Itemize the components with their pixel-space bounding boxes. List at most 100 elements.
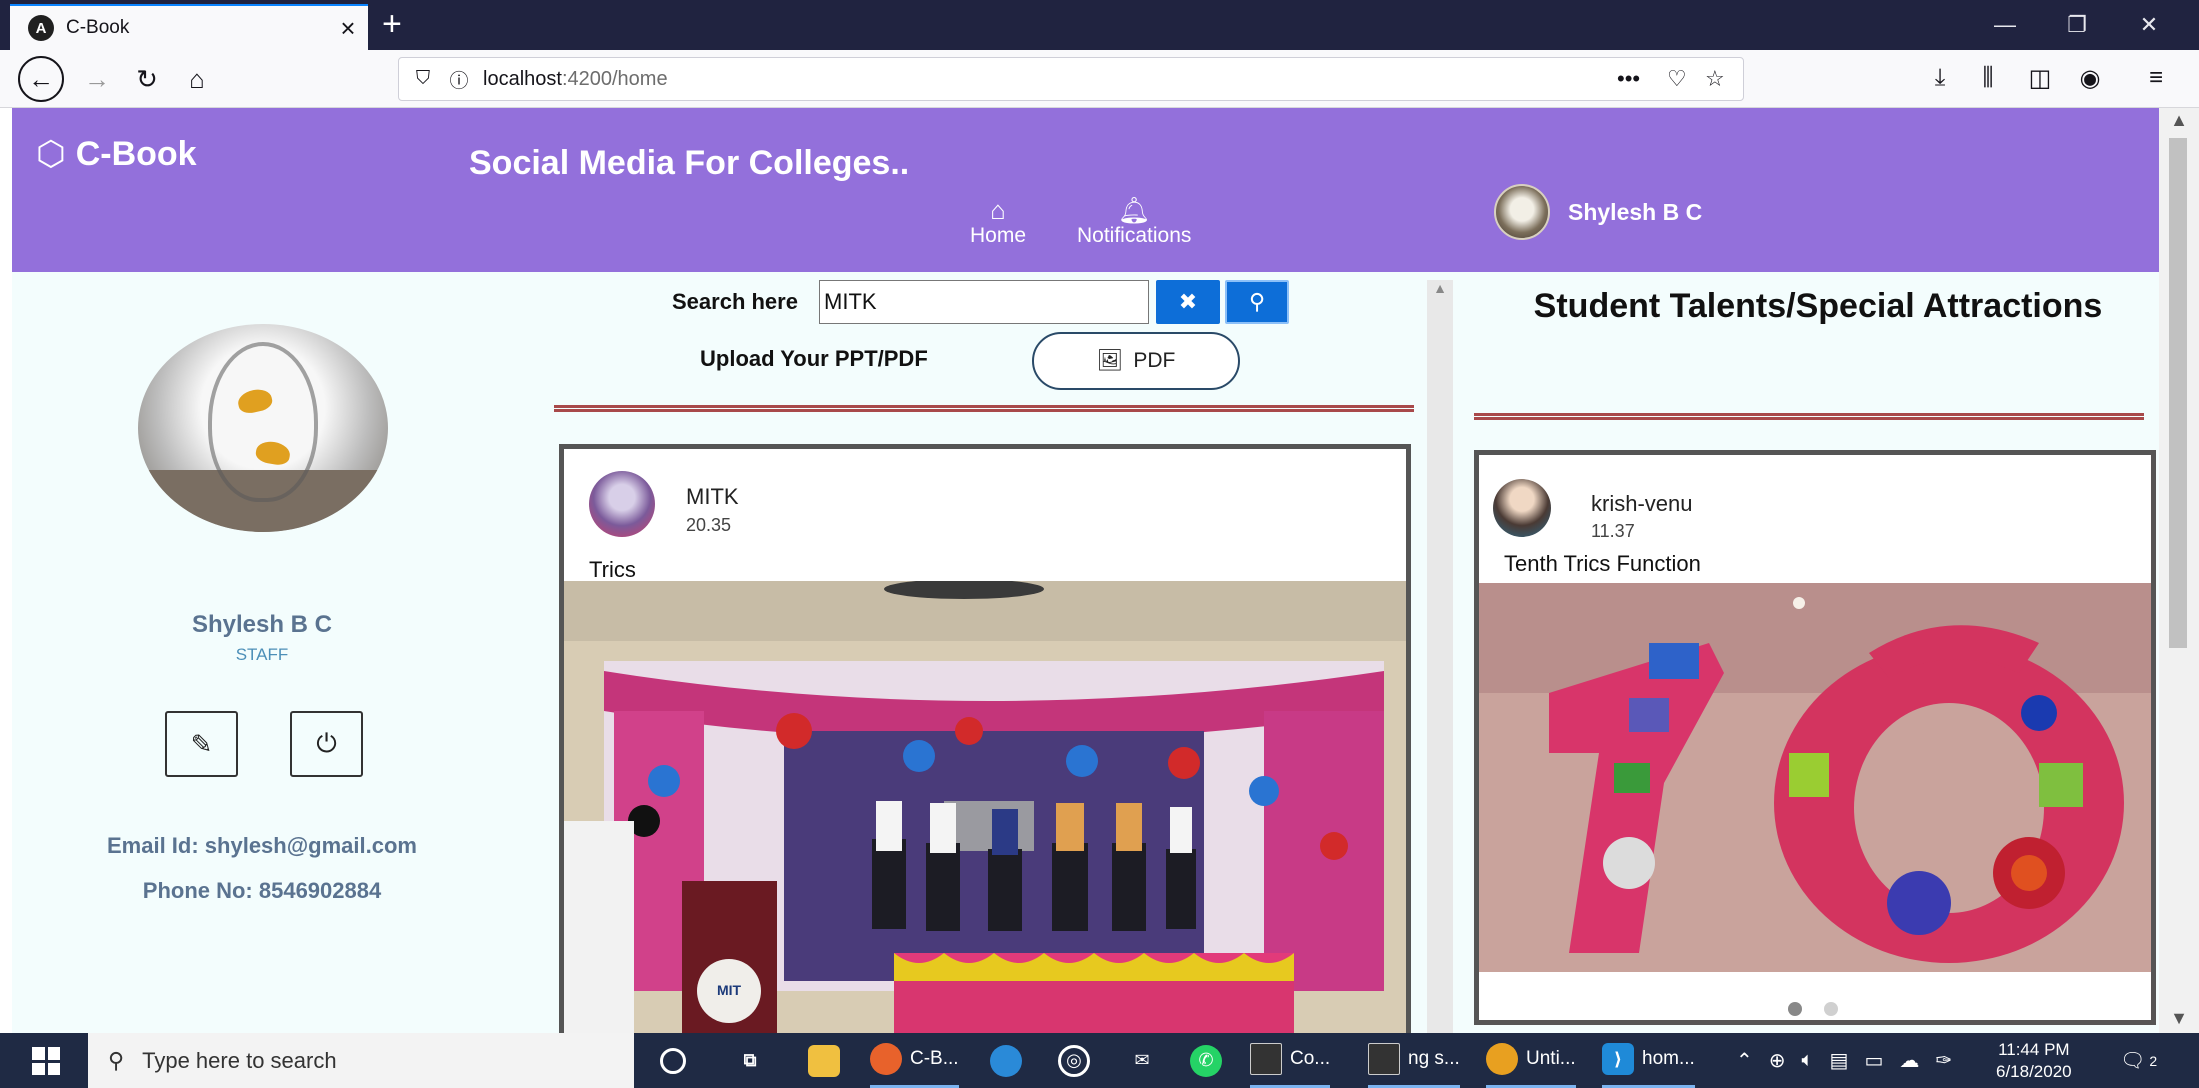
taskbar-search[interactable]: ⚲ Type here to search <box>88 1033 634 1088</box>
browser-toolbar: ← → ↻ ⌂ ⛉ ⓘ localhost:4200/home ••• ♡ ☆ … <box>0 50 2199 108</box>
restore-icon[interactable]: ❐ <box>2041 0 2113 50</box>
close-icon: ✖ <box>1178 289 1198 314</box>
taskbar-item-vscode[interactable]: ⟩ hom... <box>1602 1033 1695 1088</box>
talent-time: 11.37 <box>1591 521 1635 541</box>
edge-icon[interactable] <box>990 1033 1022 1088</box>
chevron-up-icon[interactable]: ⌃ <box>1736 1048 1753 1073</box>
post-author[interactable]: MITK <box>686 484 739 510</box>
shield-icon[interactable]: ⛉ <box>405 68 441 90</box>
search-icon: ⚲ <box>108 1047 125 1073</box>
menu-icon[interactable]: ≡ <box>2136 58 2176 98</box>
url-bar[interactable]: ⛉ ⓘ localhost:4200/home ••• ♡ ☆ <box>398 57 1744 101</box>
clock-date: 6/18/2020 <box>1996 1062 2072 1081</box>
talent-card[interactable]: krish-venu 11.37 Tenth Trics Function <box>1474 450 2156 1025</box>
close-tab-icon[interactable]: × <box>328 13 368 44</box>
network-icon[interactable]: ▤ <box>1830 1048 1849 1073</box>
talent-caption: Tenth Trics Function <box>1504 551 1701 576</box>
tagline: Social Media For Colleges.. <box>469 144 910 182</box>
taskbar-item-label: Unti... <box>1526 1048 1576 1069</box>
carousel-dot-1[interactable] <box>1788 1002 1802 1016</box>
browser-tab[interactable]: A C-Book × <box>10 4 368 50</box>
pen-icon[interactable]: ✑ <box>1935 1048 1952 1073</box>
profile-picture <box>138 324 388 532</box>
divider <box>1474 413 2144 420</box>
nav-notifications[interactable]: 🔔︎ Notifications <box>1077 196 1191 248</box>
brand-name: C-Book <box>75 134 197 173</box>
taskbar-item-label: hom... <box>1642 1048 1695 1069</box>
header-user-name: Shylesh B C <box>1568 198 1703 225</box>
post-avatar <box>589 471 655 537</box>
close-window-icon[interactable]: ✕ <box>2113 0 2185 50</box>
pocket-icon[interactable]: ♡ <box>1667 58 1687 100</box>
windows-start-icon[interactable] <box>32 1047 60 1075</box>
globe-icon[interactable]: ⊕ <box>1769 1048 1786 1073</box>
upload-pdf-button[interactable]: 🖼︎ PDF <box>1032 332 1240 390</box>
taskbar-item-label: ng s... <box>1408 1048 1460 1069</box>
talents-title: Student Talents/Special Attractions <box>1533 287 2103 325</box>
search-input[interactable] <box>819 280 1149 324</box>
scroll-down-icon[interactable]: ▼ <box>2159 1008 2199 1029</box>
volume-icon[interactable]: 🔈︎ <box>1802 1049 1814 1072</box>
upload-label: Upload Your PPT/PDF <box>700 346 928 371</box>
stage-photo-illustration: MIT <box>564 581 1406 1033</box>
search-button[interactable]: ⚲ <box>1225 280 1289 324</box>
mail-icon[interactable]: ✉ <box>1126 1033 1158 1088</box>
forward-icon[interactable]: → <box>74 56 120 102</box>
clock[interactable]: 11:44 PM 6/18/2020 <box>1996 1039 2072 1083</box>
battery-icon[interactable]: ▭ <box>1864 1048 1883 1073</box>
taskbar: ⚲ Type here to search ⧉ C-B... ◎ ✉ ✆ Co.… <box>0 1033 2199 1088</box>
clock-time: 11:44 PM <box>1998 1040 2070 1059</box>
taskbar-item-label: C-B... <box>910 1048 959 1069</box>
cloud-icon[interactable]: ☁ <box>1899 1048 1919 1073</box>
url-host: localhost <box>483 67 562 90</box>
account-icon[interactable]: ◉ <box>2070 58 2110 98</box>
edit-icon: ✎ <box>190 728 213 759</box>
whatsapp-icon[interactable]: ✆ <box>1190 1033 1222 1088</box>
minimize-icon[interactable]: — <box>1969 0 2041 50</box>
new-tab-icon[interactable]: + <box>382 6 402 42</box>
home-icon[interactable]: ⌂ <box>174 56 220 102</box>
brand[interactable]: ⬡ C-Book <box>36 134 197 174</box>
post-card[interactable]: MITK 20.35 Trics MIT <box>559 444 1411 1033</box>
library-icon[interactable]: ⫼ <box>1968 58 2008 98</box>
carousel-dot-2[interactable] <box>1824 1002 1838 1016</box>
divider <box>554 405 1414 412</box>
taskbar-search-placeholder: Type here to search <box>142 1047 337 1073</box>
header-user[interactable]: Shylesh B C <box>1494 184 1702 240</box>
search-label: Search here <box>672 289 798 314</box>
cube-icon: ⬡ <box>36 135 66 173</box>
bookmark-star-icon[interactable]: ☆ <box>1705 58 1725 100</box>
info-icon[interactable]: ⓘ <box>441 66 477 93</box>
logout-button[interactable]: ⏻ <box>290 711 363 777</box>
sidebar-icon[interactable]: ◫ <box>2020 58 2060 98</box>
page-scrollbar[interactable]: ▲ ▼ <box>2159 108 2199 1033</box>
paint-icon <box>1486 1043 1518 1075</box>
taskbar-item-terminal-1[interactable]: Co... <box>1250 1033 1331 1088</box>
talent-author[interactable]: krish-venu <box>1591 491 1692 517</box>
chrome-like-icon[interactable]: ◎ <box>1058 1033 1090 1088</box>
notifications-button[interactable]: 🗨︎ 2 <box>2120 1033 2157 1088</box>
feed-scrollbar[interactable]: ▲ <box>1427 280 1453 1033</box>
scroll-up-icon[interactable]: ▲ <box>1427 280 1453 296</box>
taskbar-item-firefox[interactable]: C-B... <box>870 1033 959 1088</box>
page: ⬡ C-Book Social Media For Colleges.. ⌂ H… <box>12 108 2159 1033</box>
task-view-icon[interactable]: ⧉ <box>734 1033 766 1088</box>
scrollbar-thumb[interactable] <box>2169 138 2187 648</box>
nav-home[interactable]: ⌂ Home <box>970 196 1026 248</box>
browser-tab-bar: A C-Book × + — ❐ ✕ <box>0 0 2199 50</box>
file-explorer-icon[interactable] <box>808 1033 840 1088</box>
firefox-icon <box>870 1043 902 1075</box>
taskbar-item-paint[interactable]: Unti... <box>1486 1033 1576 1088</box>
clear-search-button[interactable]: ✖ <box>1156 280 1220 324</box>
scroll-up-icon[interactable]: ▲ <box>2159 110 2199 131</box>
taskbar-item-terminal-2[interactable]: ng s... <box>1368 1033 1460 1088</box>
cortana-icon[interactable] <box>660 1033 686 1088</box>
post-caption: Trics <box>589 557 636 582</box>
edit-profile-button[interactable]: ✎ <box>165 711 238 777</box>
url-path: :4200/home <box>561 67 668 90</box>
back-icon[interactable]: ← <box>18 56 64 102</box>
page-actions-icon[interactable]: ••• <box>1617 58 1640 100</box>
download-icon[interactable]: ⤓ <box>1920 58 1960 98</box>
reload-icon[interactable]: ↻ <box>124 56 170 102</box>
system-tray[interactable]: ⌃ ⊕ 🔈︎ ▤ ▭ ☁ ✑ <box>1736 1033 1952 1088</box>
